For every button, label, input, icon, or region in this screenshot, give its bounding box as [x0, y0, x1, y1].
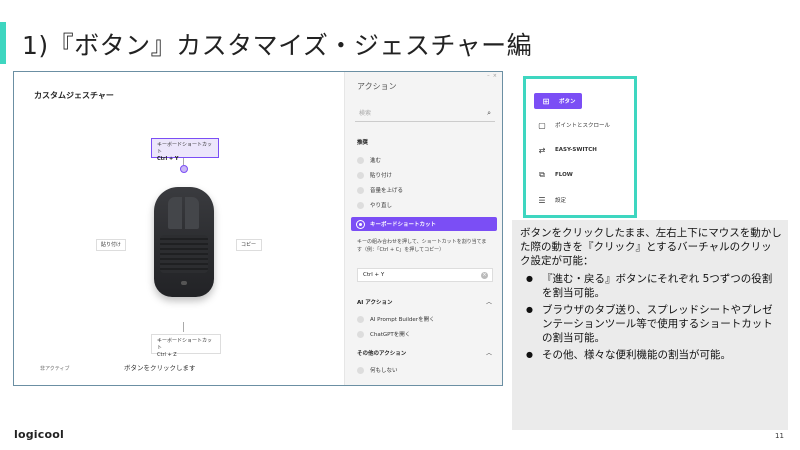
menu-item-label: ボタン [559, 99, 576, 105]
flow-icon: ⧉ [539, 170, 545, 179]
connector-line [183, 158, 184, 165]
section-ai: AI アクション [357, 300, 393, 306]
option-label: やり直し [370, 203, 393, 209]
slide: 1)『ボタン』カスタマイズ・ジェスチャー編 カスタムジェスチャー キーボードショ… [0, 0, 800, 450]
mouse-right-button [185, 197, 199, 229]
list-item: ブラウザのタブ送り、スプレッドシートやプレゼンテーションツール等で使用するショー… [526, 303, 782, 345]
search-input[interactable]: 検索 ⌕ [355, 108, 495, 122]
option-paste[interactable]: 貼り付け [357, 171, 392, 179]
gesture-up-dot[interactable] [180, 165, 188, 173]
menu-item-settings[interactable]: ☰ 設定 [536, 192, 566, 208]
option-label: 進む [370, 158, 382, 164]
section-recommended: 推奨 [357, 140, 369, 146]
option-redo[interactable]: やり直し [357, 201, 392, 209]
menu-item-flow[interactable]: ⧉ FLOW [536, 167, 573, 183]
menu-item-label: ポイントとスクロール [555, 123, 611, 129]
radio-icon [357, 366, 364, 374]
menu-item-point-scroll[interactable]: ▢ ポイントとスクロール [536, 117, 610, 133]
gesture-up-box[interactable]: キーボードショートカット Ctrl + Y [151, 138, 219, 162]
title-accent-bar [0, 22, 6, 64]
menu-item-buttons[interactable]: ⊞ ボタン [534, 93, 582, 109]
shortcut-value: Ctrl + Y [363, 272, 385, 278]
actions-title: アクション [357, 82, 397, 91]
radio-icon [357, 315, 364, 323]
gesture-left-box[interactable]: 貼り付け [96, 239, 126, 251]
radio-icon [357, 201, 364, 209]
option-label: ChatGPTを開く [370, 332, 411, 338]
description-list: 『進む・戻る』ボタンにそれぞれ 5つずつの役割を割当可能。 ブラウザのタブ送り、… [526, 272, 782, 365]
window-controls[interactable]: – × [487, 73, 497, 79]
radio-icon [357, 156, 364, 164]
chevron-up-icon[interactable]: ︿ [486, 297, 492, 306]
gesture-down-shortcut: Ctrl + Z [157, 352, 177, 358]
clear-icon[interactable]: × [481, 272, 488, 279]
search-placeholder: 検索 [359, 110, 372, 117]
shortcut-description: キーの組み合わせを押して、ショートカットを割り当てます（例：「Ctrl + C」… [357, 239, 487, 253]
app-screenshot: カスタムジェスチャー キーボードショートカット Ctrl + Y 貼り付け コピ… [13, 71, 503, 386]
gesture-up-shortcut: Ctrl + Y [157, 156, 179, 162]
easy-switch-icon: ⇄ [538, 145, 546, 155]
option-forward[interactable]: 進む [357, 156, 381, 164]
radio-icon [357, 186, 364, 194]
hint-text: ボタンをクリックします [124, 364, 196, 372]
brand-logo: logicool [14, 428, 64, 441]
option-label: 貼り付け [370, 173, 393, 179]
gesture-down-box[interactable]: キーボードショートカット Ctrl + Z [151, 334, 221, 358]
nav-menu-panel: ⊞ ボタン ▢ ポイントとスクロール ⇄ EASY-SWITCH ⧉ FLOW … [523, 76, 637, 218]
option-label: AI Prompt Builderを開く [370, 317, 435, 323]
list-item: その他、様々な便利機能の割当が可能。 [526, 348, 782, 362]
section-other: その他のアクション [357, 351, 407, 357]
connector-line [183, 322, 184, 332]
list-item: 『進む・戻る』ボタンにそれぞれ 5つずつの役割を割当可能。 [526, 272, 782, 300]
mouse-logo [181, 281, 187, 285]
shortcut-input[interactable]: Ctrl + Y × [357, 268, 493, 282]
option-label: キーボードショートカット [370, 222, 437, 228]
option-chatgpt[interactable]: ChatGPTを開く [357, 330, 410, 338]
mouse-left-button [168, 197, 182, 229]
settings-icon: ☰ [538, 195, 546, 205]
buttons-icon: ⊞ [542, 96, 550, 106]
radio-icon [357, 330, 364, 338]
menu-item-easy-switch[interactable]: ⇄ EASY-SWITCH [536, 142, 597, 158]
menu-item-label: FLOW [555, 172, 573, 178]
mouse-icon: ▢ [538, 120, 546, 130]
option-keyboard-shortcut[interactable]: キーボードショートカット [351, 217, 497, 231]
radio-selected-icon [357, 220, 364, 228]
gesture-up-label: キーボードショートカット [157, 142, 213, 155]
option-ai-prompt[interactable]: AI Prompt Builderを開く [357, 315, 435, 323]
menu-item-label: EASY-SWITCH [555, 147, 597, 153]
description-intro: ボタンをクリックしたまま、左右上下にマウスを動かした際の動きを『クリック』とする… [520, 227, 782, 267]
gesture-right-box[interactable]: コピー [236, 239, 262, 251]
option-label: 音量を上げる [370, 188, 404, 194]
chevron-up-icon[interactable]: ︿ [486, 348, 492, 357]
slide-title: 1)『ボタン』カスタマイズ・ジェスチャー編 [22, 31, 533, 60]
search-icon[interactable]: ⌕ [487, 109, 491, 118]
option-label: 何もしない [370, 368, 398, 374]
page-number: 11 [775, 432, 784, 440]
actions-pane: – × アクション 検索 ⌕ 推奨 進む 貼り付け 音量を上げる やり直し キー… [344, 72, 502, 385]
pane-title: カスタムジェスチャー [34, 91, 114, 100]
mouse-image [154, 187, 214, 297]
radio-icon [357, 171, 364, 179]
gesture-pane: カスタムジェスチャー キーボードショートカット Ctrl + Y 貼り付け コピ… [14, 72, 344, 385]
inactive-label: 非アクティブ [40, 366, 70, 372]
option-volume-up[interactable]: 音量を上げる [357, 186, 403, 194]
description-panel: ボタンをクリックしたまま、左右上下にマウスを動かした際の動きを『クリック』とする… [512, 220, 788, 430]
gesture-down-label: キーボードショートカット [157, 338, 213, 351]
menu-item-label: 設定 [555, 198, 567, 204]
option-nothing[interactable]: 何もしない [357, 366, 398, 374]
mouse-grip [160, 235, 208, 273]
